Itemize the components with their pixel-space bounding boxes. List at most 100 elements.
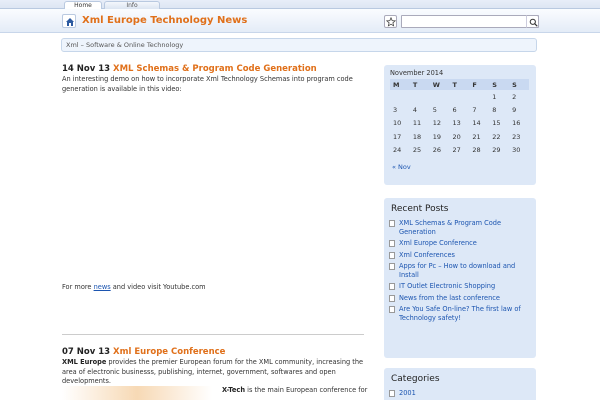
categories-title: Categories [391, 374, 440, 384]
calendar-day: 29 [492, 145, 501, 154]
recent-post-link[interactable]: Are You Safe On-line? The first law of T… [389, 305, 529, 322]
calendar-day-header: W [429, 79, 450, 90]
post-date: 07 Nov 13 [62, 347, 111, 357]
search-icon [529, 18, 538, 27]
recent-post-label: Are You Safe On-line? The first law of T… [399, 305, 521, 322]
post-title-link[interactable]: Xml Europe Conference [113, 347, 225, 357]
calendar-day [430, 90, 450, 103]
document-icon [389, 283, 395, 290]
calendar-prev-link[interactable]: « Nov [392, 163, 411, 171]
calendar-day-header: T [449, 79, 470, 90]
recent-post-label: IT Outlet Electronic Shopping [399, 282, 496, 290]
site-header: Xml Europe Technology News [0, 9, 600, 33]
calendar-day: 2 [512, 92, 517, 101]
recent-post-link[interactable]: Apps for Pc – How to download and Instal… [389, 262, 529, 279]
calendar-widget: November 2014 M T W T F S S 1 2 3 4 5 6 … [384, 65, 536, 185]
calendar-day: 21 [472, 132, 481, 141]
calendar-day: 5 [432, 105, 437, 114]
calendar-day-header: S [509, 79, 529, 90]
categories-list: 2001 [389, 389, 529, 400]
recent-post-label: XML Schemas & Program Code Generation [399, 219, 502, 236]
calendar-day: 23 [512, 132, 521, 141]
calendar-day: 17 [393, 132, 402, 141]
calendar-day: 14 [472, 119, 481, 128]
recent-post-label: Apps for Pc – How to download and Instal… [399, 262, 516, 279]
recent-post-label: Xml Conferences [399, 250, 455, 259]
document-icon [389, 220, 395, 227]
post-body: An interesting demo on how to incorporat… [62, 75, 353, 93]
post-lead-text: provides the premier European forum for … [62, 358, 364, 385]
document-icon [389, 306, 395, 313]
search-button[interactable] [526, 15, 539, 28]
document-icon [389, 390, 395, 397]
calendar-day [450, 90, 470, 103]
calendar-day: 13 [452, 119, 461, 128]
recent-post-label: News from the last conference [399, 293, 500, 302]
calendar-day: 24 [393, 145, 402, 154]
post-image [62, 386, 212, 400]
recent-post-link[interactable]: Xml Europe Conference [389, 239, 529, 248]
home-button[interactable] [62, 14, 76, 28]
document-icon [389, 240, 395, 247]
calendar-day: 27 [452, 145, 461, 154]
recent-post-link[interactable]: IT Outlet Electronic Shopping [389, 282, 529, 291]
calendar-day: 25 [412, 145, 422, 154]
calendar-day: 9 [512, 105, 517, 114]
post-footer: For more news and video visit Youtube.co… [62, 283, 364, 293]
category-label: 2001 [399, 389, 416, 397]
post-divider [62, 334, 364, 335]
calendar-day: 20 [452, 132, 461, 141]
post-lead-bold: XML Europe [62, 358, 107, 366]
calendar-day: 18 [412, 132, 422, 141]
recent-posts-list: XML Schemas & Program Code Generation Xm… [389, 219, 529, 325]
post-subtext: X-Tech is the main European conference f… [222, 386, 372, 396]
calendar-day: 6 [452, 105, 457, 114]
calendar-day: 22 [492, 132, 501, 141]
calendar-day: 28 [472, 145, 481, 154]
calendar-day: 4 [412, 105, 417, 114]
calendar-day: 16 [512, 119, 521, 128]
calendar-day: 10 [393, 119, 402, 128]
calendar-day: 1 [492, 92, 497, 101]
calendar-day: 12 [432, 119, 441, 128]
category-link[interactable]: 2001 [389, 389, 529, 398]
star-icon [386, 17, 396, 27]
document-icon [389, 294, 395, 302]
search-input[interactable] [401, 15, 539, 28]
news-link[interactable]: news [94, 283, 111, 291]
post-title-link[interactable]: XML Schemas & Program Code Generation [113, 64, 317, 74]
post-heading: 07 Nov 13 Xml Europe Conference [62, 347, 364, 358]
recent-post-link[interactable]: News from the last conference [389, 294, 529, 303]
calendar-table: M T W T F S S 1 2 3 4 5 6 7 8 9 10 11 12… [390, 79, 529, 156]
calendar-day-header: T [409, 79, 430, 90]
document-icon [389, 263, 395, 270]
post: 07 Nov 13 Xml Europe Conference XML Euro… [62, 347, 364, 387]
calendar-day-header: M [390, 79, 410, 90]
calendar-day: 8 [492, 105, 497, 114]
site-title[interactable]: Xml Europe Technology News [82, 15, 247, 26]
breadcrumb: Xml – Software & Online Technology [61, 38, 537, 52]
calendar-day [410, 90, 430, 103]
home-icon [66, 18, 74, 26]
calendar-month: November 2014 [390, 69, 444, 77]
calendar-day [390, 90, 410, 103]
calendar-day [469, 90, 489, 103]
post-body: XML Europe provides the premier European… [62, 358, 364, 387]
post-date: 14 Nov 13 [62, 64, 111, 74]
calendar-day: 30 [512, 145, 521, 154]
bookmark-button[interactable] [384, 15, 397, 28]
recent-post-link[interactable]: Xml Conferences [389, 251, 529, 260]
post-sub-text: is the main European conference for [245, 386, 368, 394]
post: 14 Nov 13 XML Schemas & Program Code Gen… [62, 64, 364, 94]
calendar-day-header: S [489, 79, 510, 90]
calendar-day: 7 [472, 105, 477, 114]
footer-text-post: and video visit Youtube.com [110, 283, 206, 291]
document-icon [389, 251, 395, 259]
calendar-day: 19 [432, 132, 441, 141]
footer-text-pre: For more [62, 283, 94, 291]
categories-widget: Categories 2001 [384, 368, 536, 400]
calendar-day-header: F [469, 79, 490, 90]
recent-post-link[interactable]: XML Schemas & Program Code Generation [389, 219, 529, 236]
post-sub-bold: X-Tech [222, 386, 246, 394]
calendar-day: 11 [412, 119, 422, 128]
